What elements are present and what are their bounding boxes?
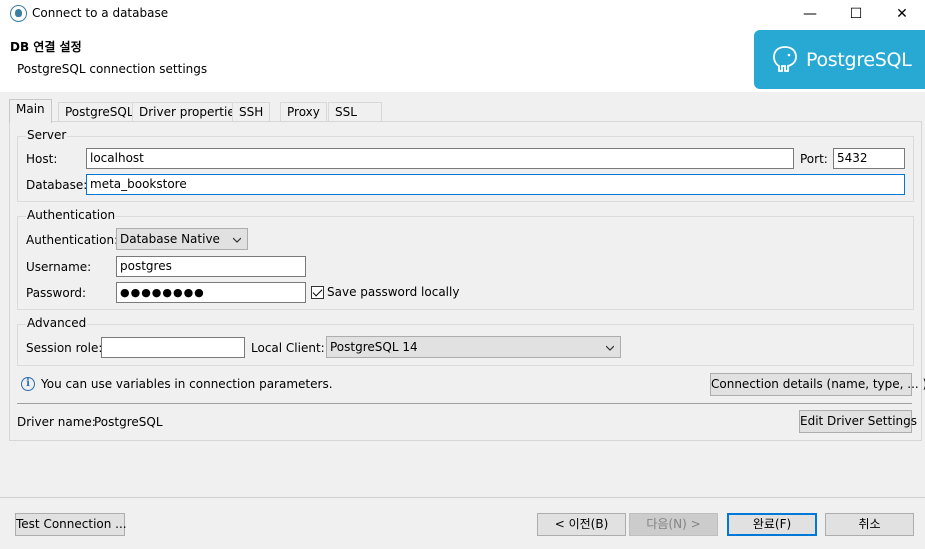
password-input[interactable]: ●●●●●●●●	[116, 282, 306, 303]
minimize-button[interactable]: —	[787, 0, 833, 28]
authentication-label: Authentication:	[26, 233, 119, 247]
advanced-group-label: Advanced	[26, 316, 88, 330]
dialog-header: DB 연결 설정 PostgreSQL connection settings …	[0, 28, 925, 92]
main-tab-panel: Server Host: localhost Port: 5432 Databa…	[9, 121, 925, 441]
database-label: Database:	[26, 178, 88, 192]
connection-details-button[interactable]: Connection details (name, type, ... )	[710, 373, 925, 396]
tab-ssl[interactable]: SSL	[328, 102, 382, 122]
username-label: Username:	[26, 260, 92, 274]
session-role-label: Session role:	[26, 341, 103, 355]
tab-postgresql[interactable]: PostgreSQL	[58, 102, 141, 122]
logo-text: PostgreSQL	[806, 49, 912, 71]
tab-proxy[interactable]: Proxy	[280, 102, 327, 122]
tab-ssh[interactable]: SSH	[232, 102, 271, 122]
local-client-select[interactable]: PostgreSQL 14	[326, 336, 621, 358]
maximize-button[interactable]: ☐	[833, 0, 879, 28]
local-client-label: Local Client:	[251, 341, 325, 355]
host-input[interactable]: localhost	[86, 148, 794, 169]
authentication-group-label: Authentication	[26, 208, 117, 222]
chevron-down-icon	[233, 237, 241, 243]
finish-button[interactable]: 완료(F)	[727, 513, 817, 536]
postgresql-logo: PostgreSQL	[754, 30, 925, 89]
postgresql-elephant-icon	[773, 46, 797, 72]
variables-info-text: You can use variables in connection para…	[41, 377, 333, 391]
divider	[17, 403, 912, 404]
cancel-button[interactable]: 취소	[825, 513, 914, 536]
dialog-subtitle: PostgreSQL connection settings	[17, 62, 208, 76]
port-label: Port:	[800, 152, 828, 166]
authentication-select-value: Database Native	[120, 232, 220, 246]
footer-divider	[0, 497, 925, 498]
save-password-label[interactable]: Save password locally	[327, 285, 459, 299]
tab-main[interactable]: Main	[9, 99, 52, 123]
local-client-select-value: PostgreSQL 14	[330, 340, 418, 354]
host-label: Host:	[26, 152, 58, 166]
test-connection-button[interactable]: Test Connection ...	[15, 513, 127, 536]
back-button[interactable]: < 이전(B)	[537, 513, 626, 536]
info-icon: i	[21, 377, 35, 391]
authentication-select[interactable]: Database Native	[116, 228, 248, 250]
session-role-input[interactable]	[101, 337, 245, 358]
close-button[interactable]: ✕	[879, 0, 925, 28]
title-bar: Connect to a database — ☐ ✕	[0, 0, 925, 28]
chevron-down-icon	[606, 345, 614, 351]
password-label: Password:	[26, 286, 87, 300]
server-group-label: Server	[26, 128, 68, 142]
window-title: Connect to a database	[32, 6, 169, 20]
dbeaver-app-icon	[10, 5, 27, 22]
edit-driver-settings-button[interactable]: Edit Driver Settings	[799, 410, 917, 433]
username-input[interactable]: postgres	[116, 256, 306, 277]
dialog-title: DB 연결 설정	[10, 40, 82, 54]
tab-driver-properties[interactable]: Driver properties	[132, 102, 248, 122]
port-input[interactable]: 5432	[833, 148, 905, 169]
database-input[interactable]: meta_bookstore	[86, 174, 905, 195]
save-password-checkbox[interactable]	[311, 286, 324, 299]
driver-name-value: PostgreSQL	[94, 415, 163, 429]
driver-name-label: Driver name:	[17, 415, 96, 429]
next-button[interactable]: 다음(N) >	[629, 513, 718, 536]
